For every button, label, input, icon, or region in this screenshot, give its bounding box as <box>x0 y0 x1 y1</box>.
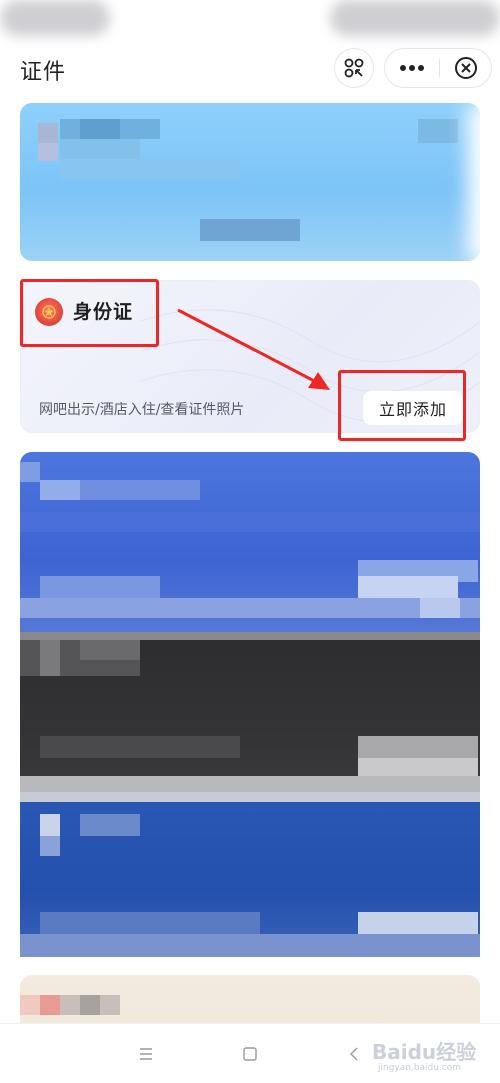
highlight-box-button <box>338 370 466 441</box>
pixelated-content <box>20 776 480 792</box>
pixelated-content <box>40 912 260 934</box>
pixelated-content <box>40 480 80 500</box>
scan-icon <box>344 58 364 78</box>
certificate-card-3[interactable] <box>20 452 480 632</box>
pixelated-content <box>358 736 478 758</box>
pixelated-content <box>20 462 40 482</box>
pixelated-content <box>40 836 60 856</box>
pixelated-content <box>358 912 478 934</box>
pixelated-content <box>40 736 240 758</box>
id-card-description: 网吧出示/酒店入住/查看证件照片 <box>39 402 245 418</box>
pixelated-content <box>38 143 58 161</box>
pixelated-content <box>200 219 300 241</box>
pixelated-content <box>420 598 460 618</box>
pixelated-content <box>40 576 160 598</box>
pixelated-content <box>80 119 120 139</box>
more-button[interactable] <box>385 49 439 87</box>
home-square-icon <box>243 1047 257 1061</box>
pixelated-content <box>40 814 60 836</box>
pixelated-content <box>60 139 140 159</box>
pixelated-content <box>40 995 60 1015</box>
pixelated-content <box>358 576 458 598</box>
pixelated-content <box>80 995 100 1015</box>
pixelated-content <box>20 598 480 618</box>
pixelated-content <box>358 758 478 776</box>
pixelated-content <box>20 632 480 640</box>
baidu-watermark-url: jingyan.baidu.com <box>378 1063 462 1073</box>
annotation-arrow-icon <box>177 308 330 390</box>
back-button[interactable] <box>342 1042 366 1066</box>
highlight-box-title <box>20 279 159 347</box>
pixelated-content <box>20 792 480 802</box>
header: 证件 <box>0 44 500 94</box>
pixelated-content <box>60 159 240 179</box>
pixelated-content <box>80 814 140 836</box>
menu-button[interactable] <box>134 1042 158 1066</box>
status-bar <box>0 0 500 36</box>
pixelated-content <box>418 119 458 143</box>
pixelated-content <box>40 640 60 676</box>
pixelated-content <box>80 480 200 500</box>
certificate-card-1[interactable] <box>20 103 480 261</box>
certificate-card-5[interactable] <box>20 792 480 957</box>
close-button[interactable] <box>440 49 492 87</box>
home-button[interactable] <box>238 1042 262 1066</box>
baidu-watermark: Baidu经验 <box>372 1040 477 1064</box>
mini-program-capsule <box>384 48 492 88</box>
menu-icon <box>140 1048 152 1060</box>
more-dots-icon <box>400 65 424 71</box>
certificate-card-4[interactable] <box>20 632 480 792</box>
scan-button[interactable] <box>334 48 374 88</box>
status-bar-blur <box>330 0 500 36</box>
status-bar-blur <box>0 0 110 36</box>
close-circle-icon <box>455 57 477 79</box>
pixelated-content <box>80 640 140 660</box>
pixelated-content <box>20 934 480 957</box>
back-chevron-icon <box>350 1047 358 1061</box>
blur-mask <box>468 103 480 261</box>
page-title: 证件 <box>20 60 67 85</box>
pixelated-content <box>38 123 58 143</box>
pixelated-content <box>20 512 480 532</box>
